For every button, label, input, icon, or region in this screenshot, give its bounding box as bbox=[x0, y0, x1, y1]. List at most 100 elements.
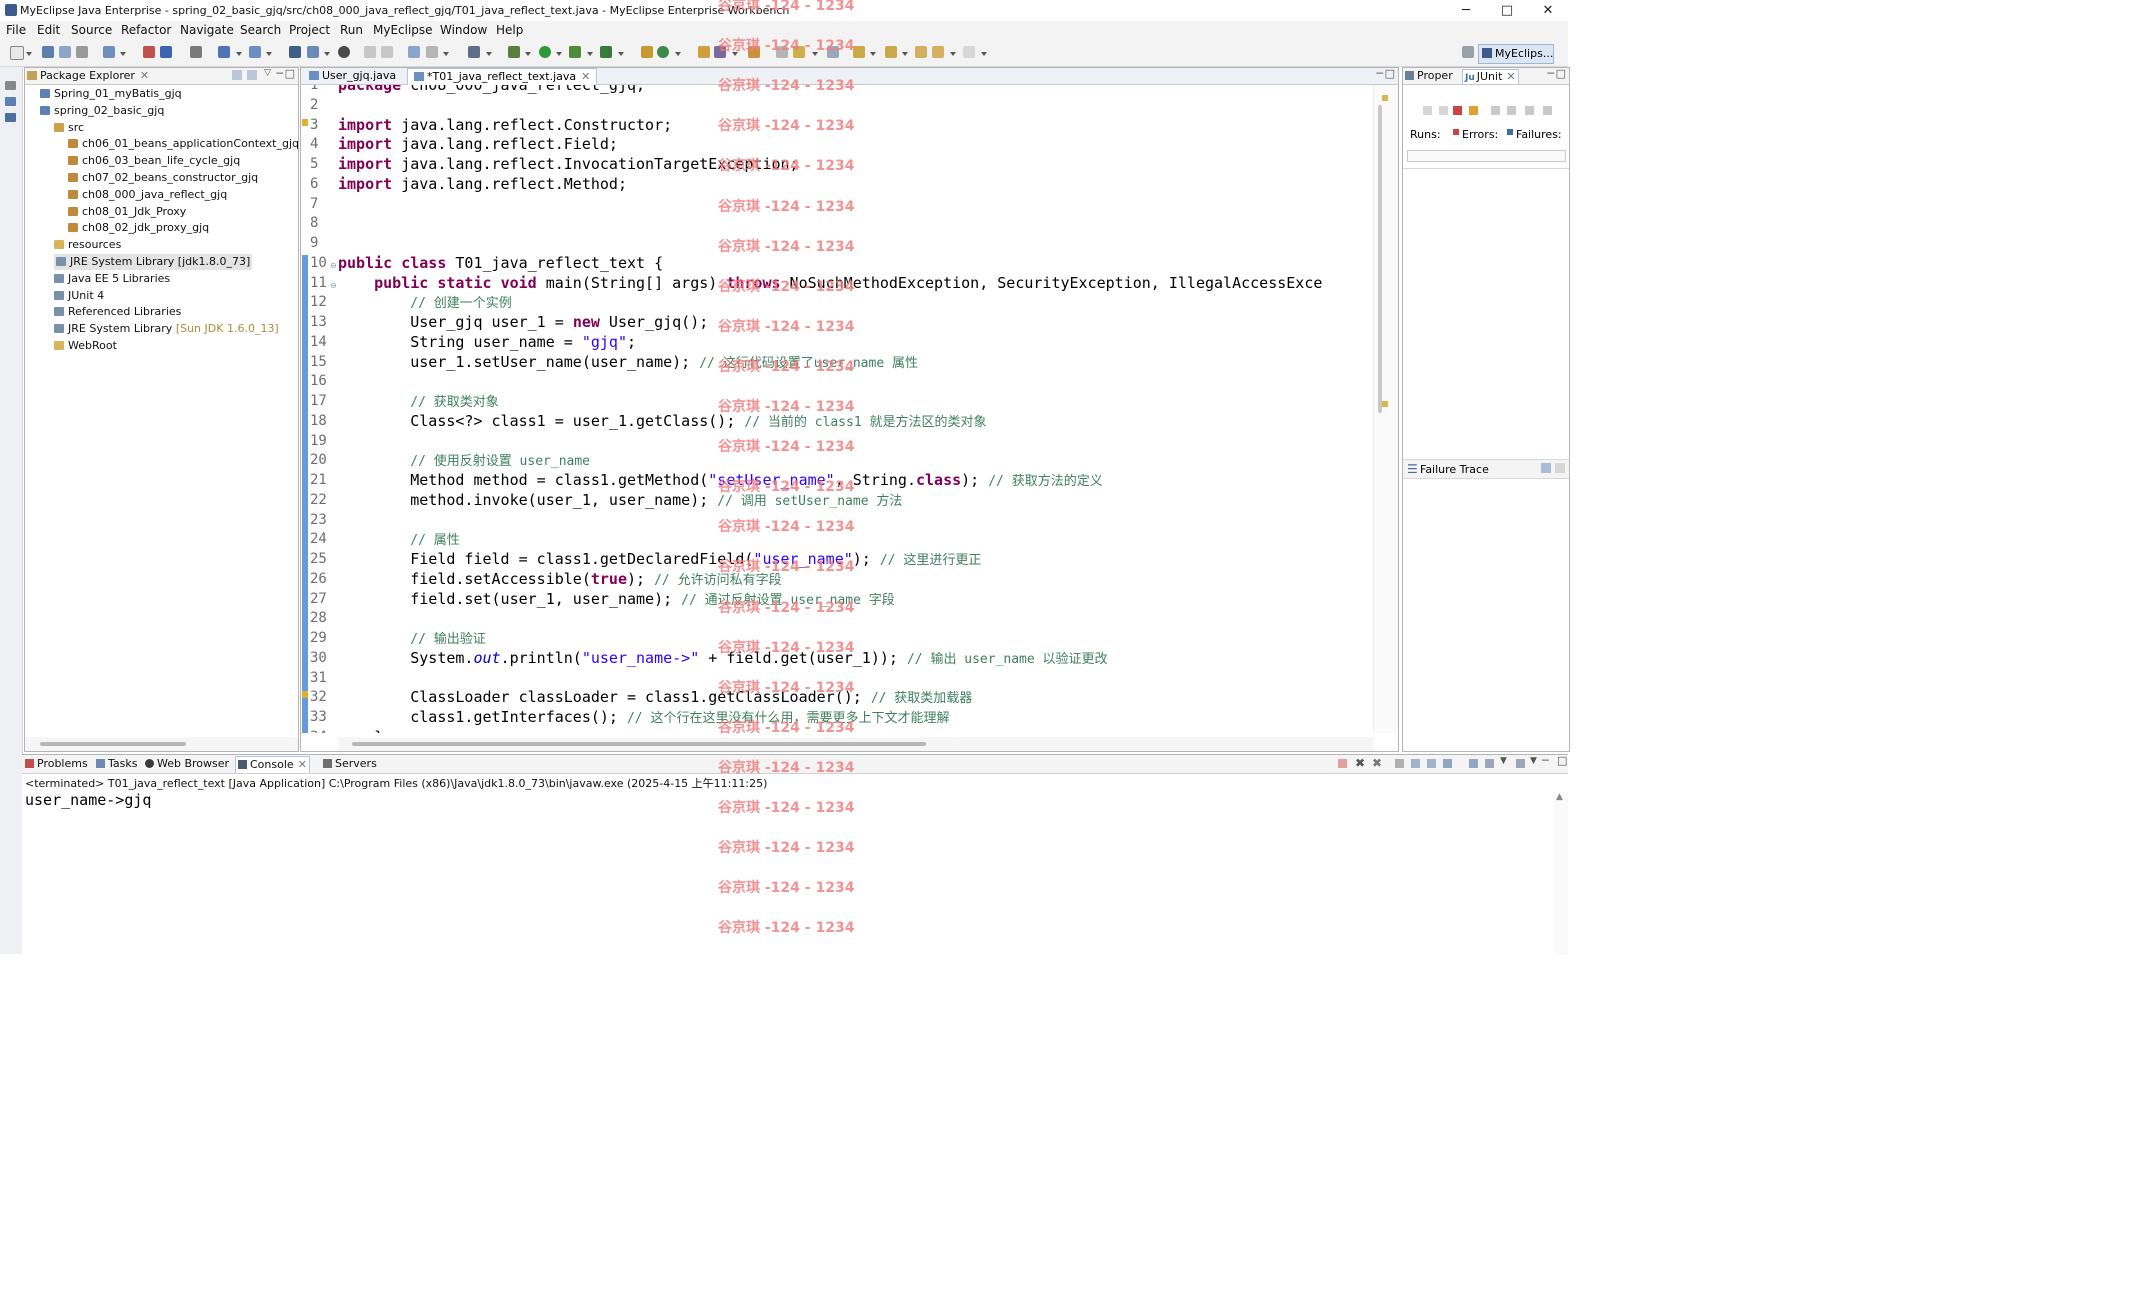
browser-icon[interactable] bbox=[190, 46, 202, 58]
tree-item[interactable]: resources bbox=[54, 237, 121, 253]
fold-toggle-icon[interactable]: ⊖ bbox=[330, 281, 337, 290]
tree-item[interactable]: ch07_02_beans_constructor_gjq bbox=[68, 170, 258, 186]
maximize-button[interactable]: □ bbox=[1487, 2, 1527, 19]
code-line[interactable]: import java.lang.reflect.InvocationTarge… bbox=[338, 154, 799, 174]
tab-web-browser[interactable]: Web Browser bbox=[145, 756, 229, 772]
tree-item[interactable]: ch06_01_beans_applicationContext_gjq bbox=[68, 136, 299, 152]
warning-overview-marker[interactable] bbox=[1382, 401, 1388, 407]
code-line[interactable]: String user_name = "gjq"; bbox=[338, 332, 636, 352]
save-all-icon[interactable] bbox=[59, 46, 71, 58]
minimize-editor-icon[interactable]: ─ bbox=[1376, 67, 1383, 80]
maximize-view-icon[interactable]: □ bbox=[1557, 754, 1567, 767]
code-line[interactable]: Field field = class1.getDeclaredField("u… bbox=[338, 549, 981, 569]
compare-icon[interactable] bbox=[1555, 463, 1565, 473]
globe-icon[interactable] bbox=[338, 46, 350, 58]
prev-annotation-icon[interactable] bbox=[885, 46, 897, 58]
next-failure-icon[interactable] bbox=[1423, 106, 1432, 115]
tree-item[interactable]: Spring_01_myBatis_gjq bbox=[40, 86, 182, 102]
code-line[interactable]: // 属性 bbox=[338, 529, 459, 549]
show-on-output-icon[interactable] bbox=[1443, 759, 1452, 768]
code-line[interactable]: import java.lang.reflect.Method; bbox=[338, 174, 627, 194]
code-line[interactable]: public static void main(String[] args) t… bbox=[338, 273, 1322, 293]
tab-console[interactable]: Console ✕ bbox=[235, 756, 310, 773]
clear-console-icon[interactable] bbox=[1395, 759, 1404, 768]
cut-icon[interactable] bbox=[364, 46, 376, 58]
code-line[interactable]: System.out.println("user_name->" + field… bbox=[338, 648, 1107, 668]
code-line[interactable]: Class<?> class1 = user_1.getClass(); // … bbox=[338, 411, 986, 431]
ant-icon[interactable] bbox=[641, 46, 653, 58]
open-console-dropdown-icon[interactable]: ▼ bbox=[1530, 756, 1537, 766]
save-icon[interactable] bbox=[42, 46, 54, 58]
show-failures-only-icon[interactable] bbox=[1453, 106, 1462, 115]
menu-refactor[interactable]: Refactor bbox=[121, 23, 171, 37]
deploy-dropdown-icon[interactable] bbox=[120, 52, 126, 56]
code-line[interactable]: public class T01_java_reflect_text { bbox=[338, 253, 663, 273]
close-tab-icon[interactable]: ✕ bbox=[1506, 70, 1515, 83]
new-project-icon[interactable] bbox=[289, 46, 301, 58]
prev-annotation-dropdown-icon[interactable] bbox=[902, 52, 908, 56]
menu-window[interactable]: Window bbox=[440, 23, 487, 37]
debug-icon[interactable] bbox=[508, 46, 520, 58]
warning-overview-marker[interactable] bbox=[1382, 95, 1388, 101]
tree-item[interactable]: ch06_03_bean_life_cycle_gjq bbox=[68, 153, 240, 169]
tab-tasks[interactable]: Tasks bbox=[96, 756, 137, 772]
restore-icon[interactable] bbox=[5, 81, 16, 90]
rerun-failed-icon[interactable] bbox=[1507, 106, 1516, 115]
code-line[interactable]: user_1.setUser_name(user_name); // 这行代码设… bbox=[338, 352, 918, 372]
open-console-icon[interactable] bbox=[1516, 759, 1525, 768]
scroll-lock-icon[interactable] bbox=[1469, 106, 1478, 115]
code-line[interactable]: // 输出验证 bbox=[338, 628, 485, 648]
menu-help[interactable]: Help bbox=[496, 23, 523, 37]
perspective-button[interactable]: MyEclips... bbox=[1478, 44, 1554, 64]
menu-project[interactable]: Project bbox=[289, 23, 330, 37]
refresh-dropdown-icon[interactable] bbox=[675, 52, 681, 56]
previous-failure-icon[interactable] bbox=[1439, 106, 1448, 115]
tree-item[interactable]: spring_02_basic_gjq bbox=[40, 103, 164, 119]
close-tab-icon[interactable]: ✕ bbox=[581, 70, 590, 83]
search-icon[interactable] bbox=[426, 46, 438, 58]
new-dropdown-icon[interactable] bbox=[26, 52, 32, 56]
code-line[interactable]: // 使用反射设置 user_name bbox=[338, 450, 590, 470]
server-icon[interactable] bbox=[143, 46, 155, 58]
editor-vscroll[interactable] bbox=[1373, 85, 1398, 733]
console-vscroll[interactable]: ▲ bbox=[1554, 792, 1568, 955]
menu-edit[interactable]: Edit bbox=[37, 23, 60, 37]
tree-item[interactable]: ch08_01_Jdk_Proxy bbox=[68, 204, 186, 220]
tree-item[interactable]: Referenced Libraries bbox=[54, 304, 181, 320]
history-icon[interactable] bbox=[1543, 106, 1552, 115]
view-menu-icon[interactable]: ▽ bbox=[264, 68, 271, 78]
code-line[interactable]: class1.getInterfaces(); // 这个行在这里没有什么用，需… bbox=[338, 707, 949, 727]
menu-navigate[interactable]: Navigate bbox=[180, 23, 234, 37]
scroll-lock-icon[interactable] bbox=[1411, 759, 1420, 768]
annotation-dropdown-icon[interactable] bbox=[812, 52, 818, 56]
filter-stack-icon[interactable] bbox=[1541, 463, 1551, 473]
copy-icon[interactable] bbox=[381, 46, 393, 58]
new-icon[interactable] bbox=[10, 46, 24, 60]
code-line[interactable]: field.setAccessible(true); // 允许访问私有字段 bbox=[338, 569, 781, 589]
last-edit-icon[interactable] bbox=[915, 46, 927, 58]
external-tools-dropdown-icon[interactable] bbox=[618, 52, 624, 56]
tree-item[interactable]: Java EE 5 Libraries bbox=[54, 271, 170, 287]
debug-dropdown-icon[interactable] bbox=[525, 52, 531, 56]
package-explorer-hscroll[interactable] bbox=[25, 737, 298, 751]
menu-source[interactable]: Source bbox=[71, 23, 112, 37]
close-button[interactable]: ✕ bbox=[1528, 2, 1568, 19]
remove-launch-icon[interactable]: ✖ bbox=[1355, 756, 1365, 770]
server-alt-icon[interactable] bbox=[160, 46, 172, 58]
terminal-dropdown-icon[interactable] bbox=[486, 52, 492, 56]
menu-file[interactable]: File bbox=[6, 23, 26, 37]
tree-item[interactable]: JRE System Library [jdk1.8.0_73] bbox=[54, 254, 253, 270]
tree-item[interactable]: JRE System Library [Sun JDK 1.6.0_13] bbox=[54, 321, 279, 337]
code-line[interactable]: // 创建一个实例 bbox=[338, 292, 511, 312]
deploy-icon[interactable] bbox=[103, 46, 115, 58]
tree-item[interactable]: WebRoot bbox=[54, 338, 117, 354]
back-icon[interactable] bbox=[932, 46, 944, 58]
hscroll-thumb[interactable] bbox=[352, 742, 926, 746]
remove-all-terminated-icon[interactable]: ✖ bbox=[1372, 756, 1382, 770]
forward-dropdown-icon[interactable] bbox=[981, 52, 987, 56]
close-tab-icon[interactable]: ✕ bbox=[140, 69, 149, 82]
menu-run[interactable]: Run bbox=[340, 23, 363, 37]
display-console-dropdown-icon[interactable]: ▼ bbox=[1500, 756, 1507, 766]
code-line[interactable]: package ch08_000_java_reflect_gjq; bbox=[338, 85, 645, 95]
code-line[interactable]: User_gjq user_1 = new User_gjq(); bbox=[338, 312, 708, 332]
